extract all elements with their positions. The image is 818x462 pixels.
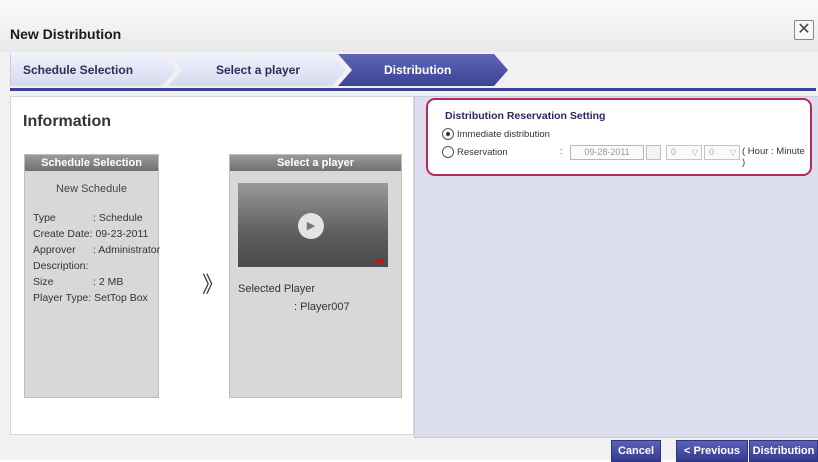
step-indicator: Schedule Selection Select a player Distr… xyxy=(10,54,816,88)
reservation-radio[interactable] xyxy=(442,146,454,158)
player-thumbnail: ▶ xyxy=(238,183,388,267)
step-schedule-selection: Schedule Selection xyxy=(10,54,176,86)
steps-underline xyxy=(10,88,816,91)
field-type: Type: Schedule xyxy=(33,212,143,224)
title-bar: New Distribution ✕ xyxy=(0,0,818,52)
cancel-button[interactable]: Cancel xyxy=(611,440,661,462)
time-unit-label: ( Hour : Minute ) xyxy=(742,146,805,168)
reservation-panel: Distribution Reservation Setting Immedia… xyxy=(414,96,818,438)
previous-button[interactable]: < Previous xyxy=(676,440,748,462)
schedule-name: New Schedule xyxy=(56,183,127,195)
step-distribution: Distribution xyxy=(338,54,508,86)
field-description: Description: xyxy=(33,260,89,272)
information-title: Information xyxy=(23,113,111,130)
dialog-title: New Distribution xyxy=(10,26,122,42)
chevron-down-icon: ▽ xyxy=(691,148,698,157)
field-approver: Approver: Administrator xyxy=(33,244,161,256)
minute-select[interactable]: 0 ▽ xyxy=(704,145,740,160)
field-size: Size: 2 MB xyxy=(33,276,124,288)
player-card-header: Select a player xyxy=(230,155,401,171)
reservation-setting-title: Distribution Reservation Setting xyxy=(445,110,606,122)
step-label: Distribution xyxy=(384,63,452,77)
new-distribution-dialog: New Distribution ✕ Schedule Selection Se… xyxy=(0,0,818,462)
immediate-distribution-radio[interactable] xyxy=(442,128,454,140)
schedule-selection-card: Schedule Selection New Schedule Type: Sc… xyxy=(24,154,161,398)
field-create-date: Create Date: 09-23-2011 xyxy=(33,228,149,240)
step-select-player: Select a player xyxy=(168,54,346,86)
step-label: Select a player xyxy=(216,63,301,77)
close-button[interactable]: ✕ xyxy=(794,20,814,40)
chevron-down-icon: ▽ xyxy=(729,148,736,157)
schedule-card-header: Schedule Selection xyxy=(25,155,158,171)
reservation-date-input[interactable]: 09-28-2011 xyxy=(570,145,644,160)
calendar-icon[interactable] xyxy=(646,145,661,160)
reservation-colon: : xyxy=(560,146,563,157)
immediate-distribution-label[interactable]: Immediate distribution xyxy=(457,129,550,140)
information-panel: Information Schedule Selection New Sched… xyxy=(10,96,414,435)
reservation-setting-box: Distribution Reservation Setting Immedia… xyxy=(426,98,812,176)
status-indicator-icon xyxy=(376,259,384,263)
play-icon: ▶ xyxy=(298,213,324,239)
close-icon: ✕ xyxy=(797,21,811,38)
step-label: Schedule Selection xyxy=(23,63,134,77)
selected-player-value: : Player007 xyxy=(294,301,350,313)
field-player-type: Player Type: SetTop Box xyxy=(33,292,148,304)
hour-select[interactable]: 0 ▽ xyxy=(666,145,702,160)
select-player-card: Select a player ▶ Selected Player : Play… xyxy=(229,154,402,398)
selected-player-label: Selected Player xyxy=(238,283,316,295)
reservation-label[interactable]: Reservation xyxy=(457,147,508,158)
double-chevron-right-icon: 》 xyxy=(202,272,225,297)
distribution-button[interactable]: Distribution xyxy=(749,440,818,462)
